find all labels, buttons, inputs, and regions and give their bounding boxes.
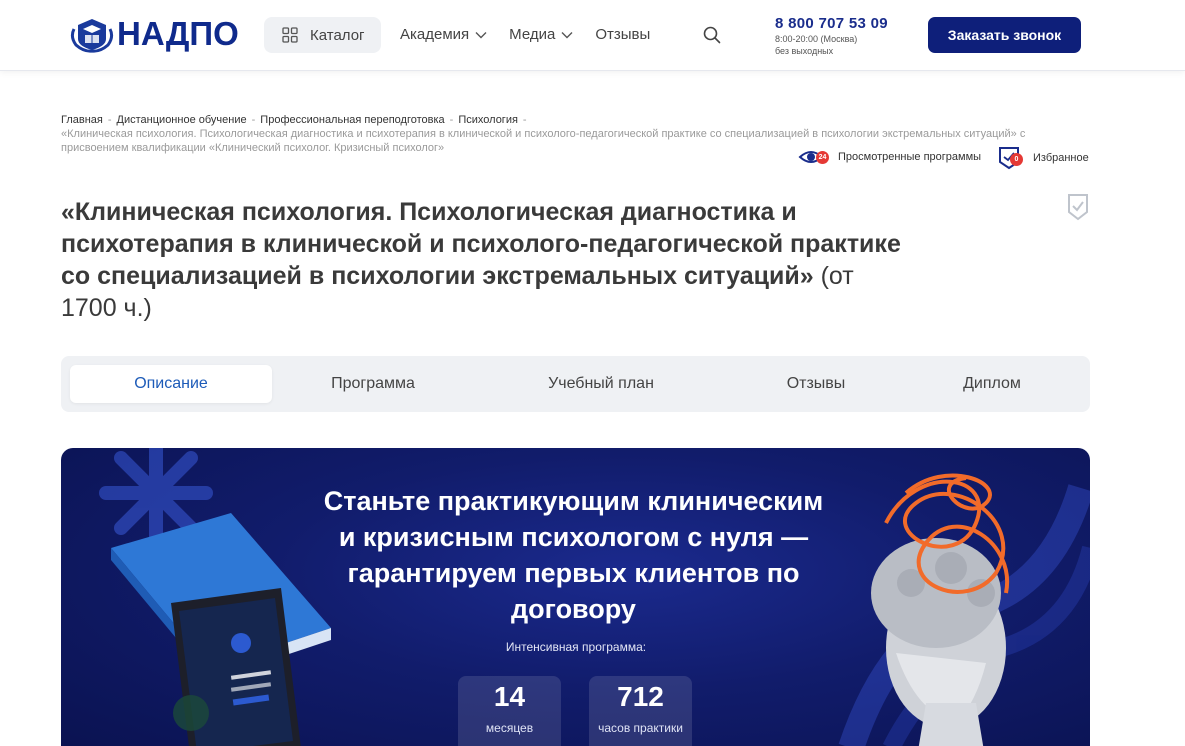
nav-label: Отзывы xyxy=(595,26,651,43)
stat-months: 14 месяцев xyxy=(458,676,561,746)
stat-practice-hours: 712 часов практики xyxy=(589,676,692,746)
catalog-button[interactable]: Каталог xyxy=(264,17,381,53)
banner-headline: Станьте практикующим клиническим и кризи… xyxy=(323,486,824,624)
breadcrumb-item[interactable]: Дистанционное обучение xyxy=(117,114,247,126)
stat-value: 14 xyxy=(493,681,526,712)
breadcrumb-separator: - xyxy=(107,114,112,126)
phone-hours: 8:00-20:00 (Москва) xyxy=(775,34,858,44)
chevron-down-icon xyxy=(561,31,573,38)
tab-description[interactable]: Описание xyxy=(70,365,272,403)
statue-illustration-icon xyxy=(871,473,1010,746)
catalog-label: Каталог xyxy=(310,26,365,44)
phone-days: без выходных xyxy=(775,46,834,56)
nav-item-academy[interactable]: Академия xyxy=(400,26,487,43)
nav-item-reviews[interactable]: Отзывы xyxy=(595,26,650,43)
viewed-programs-link[interactable]: 24 Просмотренные программы xyxy=(798,146,981,168)
chevron-down-icon xyxy=(475,31,487,38)
tab-reviews[interactable]: Отзывы xyxy=(716,365,916,403)
tab-diploma[interactable]: Диплом xyxy=(892,365,1092,403)
stat-label: месяцев xyxy=(485,721,534,735)
tab-curriculum[interactable]: Учебный план xyxy=(501,365,701,403)
tab-program[interactable]: Программа xyxy=(273,365,473,403)
grid-icon xyxy=(282,27,298,43)
favorites-link[interactable]: 0 Избранное xyxy=(998,146,1089,170)
nav-label: Академия xyxy=(400,26,470,43)
academy-emblem-icon xyxy=(70,19,114,53)
intensive-label: Интенсивная программа: xyxy=(505,640,647,654)
breadcrumb-separator: - xyxy=(522,114,527,126)
stat-value: 712 xyxy=(617,681,664,712)
order-call-button[interactable]: Заказать звонок xyxy=(928,17,1081,53)
program-tabs: Описание Программа Учебный план Отзывы Д… xyxy=(61,356,1090,412)
nav-item-media[interactable]: Медиа xyxy=(509,26,573,43)
main-nav: Академия Медиа Отзывы xyxy=(400,26,672,43)
viewed-label: Просмотренные программы xyxy=(838,151,982,163)
logo-text: НАДПО xyxy=(117,15,239,52)
favorites-count-badge: 0 xyxy=(1010,153,1023,166)
add-to-favorites-icon[interactable] xyxy=(1067,193,1089,221)
site-header: НАДПО Каталог Академия Медиа Отзывы 8 80… xyxy=(0,0,1185,71)
logo[interactable]: НАДПО xyxy=(70,14,239,54)
phone-block: 8 800 707 53 09 8:00-20:00 (Москва) без … xyxy=(775,15,888,56)
breadcrumb-separator: - xyxy=(449,114,454,126)
breadcrumb-item[interactable]: Главная xyxy=(61,114,103,126)
page-title: «Клиническая психология. Психологическая… xyxy=(61,196,901,324)
phone-number[interactable]: 8 800 707 53 09 xyxy=(775,15,888,32)
promo-banner: Станьте практикующим клиническим и кризи… xyxy=(61,448,1090,746)
breadcrumb-item[interactable]: Психология xyxy=(458,114,518,126)
page-title-text: «Клиническая психология. Психологическая… xyxy=(61,198,901,290)
viewed-count-badge: 24 xyxy=(816,151,829,164)
nav-label: Медиа xyxy=(509,26,556,43)
breadcrumb-item[interactable]: Профессиональная переподготовка xyxy=(260,114,444,126)
search-icon[interactable] xyxy=(703,26,721,44)
favorites-label: Избранное xyxy=(1033,152,1089,164)
stat-label: часов практики xyxy=(598,721,683,735)
breadcrumb-separator: - xyxy=(251,114,256,126)
